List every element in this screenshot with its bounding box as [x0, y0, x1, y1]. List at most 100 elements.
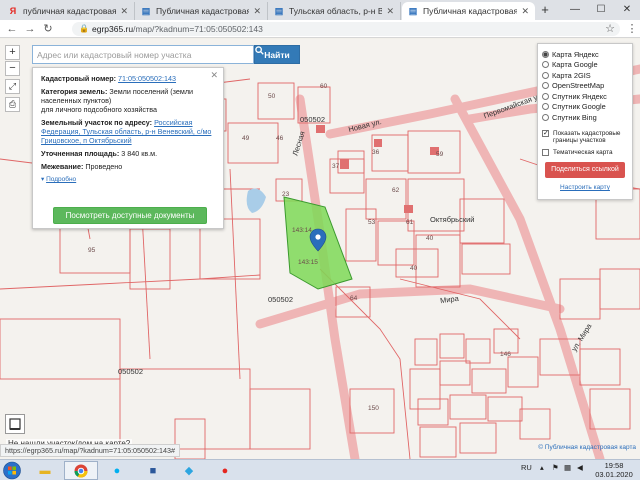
parcel-label: 150 — [368, 405, 379, 412]
layer-option-google-map[interactable]: Карта Google — [542, 60, 628, 71]
tab-1[interactable]: Я публичная кадастровая карта т ✕ — [2, 2, 135, 20]
cadastral-number-link[interactable]: 71:05:050502:143 — [118, 74, 176, 83]
configure-map-link[interactable]: Настроить карту — [542, 184, 628, 191]
layer-switcher: Карта Яндекс Карта Google Карта 2GIS Ope… — [537, 43, 633, 200]
yandex-icon: Я — [9, 6, 17, 16]
radio-icon[interactable] — [542, 61, 549, 69]
forward-icon[interactable]: → — [22, 21, 38, 37]
yandex-browser-icon: ● — [221, 464, 229, 477]
new-tab-button[interactable]: + — [538, 3, 552, 17]
chevron-down-icon: ▾ — [41, 176, 45, 183]
bookmark-star-icon[interactable]: ☆ — [602, 21, 618, 37]
input-language[interactable]: RU — [521, 463, 532, 472]
layer-option-label: Карта 2GIS — [552, 70, 591, 80]
legend-toggle-button[interactable] — [5, 414, 25, 434]
search-button[interactable]: Найти — [254, 45, 300, 64]
parcel-label: 50 — [268, 93, 276, 100]
tab-3-title: Тульская область, р-н Веневск — [289, 6, 382, 16]
app-taskbar-icon[interactable]: ● — [100, 461, 134, 480]
flag-icon[interactable]: ⚑ — [552, 463, 559, 472]
address-bar[interactable]: 🔒 egrp365.ru/map/?kadnum=71:05:050502:14… — [72, 22, 620, 36]
layer-option-yandex-satellite[interactable]: Спутник Яндекс — [542, 91, 628, 102]
window-close-icon[interactable]: ✕ — [614, 0, 640, 20]
parcel-label: 40 — [410, 265, 418, 272]
clock-time: 19:58 — [604, 461, 624, 470]
folder-icon: ▬ — [39, 464, 51, 477]
chrome-icon — [74, 464, 88, 477]
layer-option-label: Спутник Google — [552, 102, 606, 112]
network-icon[interactable]: ▦ — [564, 463, 571, 472]
parcel-label: 146 — [500, 351, 511, 358]
search-button-label: Найти — [264, 49, 290, 60]
radio-icon[interactable] — [542, 71, 549, 79]
print-icon[interactable]: ⎙ — [5, 97, 20, 112]
close-icon[interactable]: ✕ — [521, 6, 529, 17]
layer-option-yandex-map[interactable]: Карта Яндекс — [542, 49, 628, 60]
parcel-label-selected: 143:15 — [298, 259, 318, 266]
menu-icon[interactable]: ⋮ — [626, 21, 638, 37]
close-icon[interactable]: ✕ — [120, 6, 128, 17]
close-icon[interactable]: ✕ — [210, 71, 218, 80]
cadastral-number-label: Кадастровый номер: — [41, 74, 117, 83]
app-taskbar-icon[interactable]: ◆ — [172, 461, 206, 480]
show-boundaries-checkbox[interactable]: ✓ Показать кадастровые границы участков — [542, 129, 628, 145]
layer-option-label: Карта Google — [552, 60, 598, 70]
parcel-label: 37 — [332, 163, 340, 170]
maximize-icon[interactable]: ☐ — [588, 0, 614, 20]
layer-option-osm[interactable]: OpenStreetMap — [542, 81, 628, 92]
road-mira-west — [255, 284, 565, 329]
layer-option-bing-satellite[interactable]: Спутник Bing — [542, 112, 628, 123]
chrome-taskbar-icon[interactable] — [64, 461, 98, 480]
district-label: 050502 — [300, 115, 326, 124]
volume-icon[interactable]: ◀ — [577, 463, 583, 472]
checkbox-icon[interactable] — [542, 148, 549, 156]
layer-option-google-satellite[interactable]: Спутник Google — [542, 102, 628, 113]
radio-icon[interactable] — [542, 92, 549, 100]
telegram-icon: ◆ — [184, 465, 194, 477]
radio-icon[interactable] — [542, 82, 549, 90]
radio-icon[interactable] — [542, 113, 549, 121]
back-icon[interactable]: ← — [4, 21, 20, 37]
tab-2[interactable]: ▤ Публичная кадастровая карта ✕ — [135, 2, 268, 20]
tab-4-active[interactable]: ▤ Публичная кадастровая карта ✕ — [402, 2, 535, 20]
more-details-label: Подробно — [46, 176, 77, 183]
zoom-out-button[interactable]: − — [5, 61, 20, 76]
tray-arrow-icon[interactable]: ▴ — [540, 463, 544, 472]
radio-icon[interactable] — [542, 50, 549, 58]
view-documents-button[interactable]: Посмотреть доступные документы — [53, 207, 207, 224]
share-link-button[interactable]: Поделиться ссылкой — [545, 162, 625, 178]
thematic-map-label: Тематическая карта — [553, 148, 613, 156]
lock-icon: 🔒 — [79, 24, 89, 33]
fullscreen-icon[interactable]: ⤢ — [5, 79, 20, 94]
parcel-label: 53 — [368, 219, 376, 226]
thematic-map-checkbox[interactable]: Тематическая карта — [542, 148, 628, 157]
explorer-taskbar-icon[interactable]: ▬ — [28, 461, 62, 480]
reload-icon[interactable]: ↻ — [40, 21, 56, 37]
system-clock[interactable]: 19:58 03.01.2020 — [592, 461, 636, 479]
radio-icon[interactable] — [542, 103, 549, 111]
district-label: 050502 — [268, 295, 294, 304]
parcel-label: 36 — [372, 149, 380, 156]
tab-strip: Я публичная кадастровая карта т ✕ ▤ Публ… — [0, 0, 640, 20]
more-details-link[interactable]: ▾ Подробно — [41, 175, 215, 184]
zoom-in-button[interactable]: + — [5, 45, 20, 60]
minimize-icon[interactable]: — — [562, 0, 588, 20]
close-icon[interactable]: ✕ — [253, 6, 261, 17]
copyright-link[interactable]: © Публичная кадастровая карта — [538, 444, 636, 451]
browser-toolbar: ← → ↻ 🔒 egrp365.ru/map/?kadnum=71:05:050… — [0, 20, 640, 38]
start-button[interactable] — [2, 461, 24, 480]
layer-option-2gis-map[interactable]: Карта 2GIS — [542, 70, 628, 81]
cadastral-map[interactable]: 60 50 49 48 46 36 37 59 62 23 53 61 40 4… — [0, 39, 640, 459]
tab-3[interactable]: ▤ Тульская область, р-н Веневск ✕ — [268, 2, 401, 20]
checkbox-checked-icon[interactable]: ✓ — [542, 129, 549, 137]
pond — [246, 188, 266, 213]
area-label: Уточненная площадь: — [41, 149, 120, 158]
search-input[interactable] — [32, 45, 254, 64]
search-icon — [255, 46, 264, 55]
tab-2-title: Публичная кадастровая карта — [156, 6, 250, 16]
parcel-label: 59 — [436, 151, 444, 158]
parcel-label: 61 — [406, 219, 414, 226]
app-taskbar-icon[interactable]: ■ — [136, 461, 170, 480]
close-icon[interactable]: ✕ — [386, 6, 394, 17]
app-taskbar-icon[interactable]: ● — [208, 461, 242, 480]
